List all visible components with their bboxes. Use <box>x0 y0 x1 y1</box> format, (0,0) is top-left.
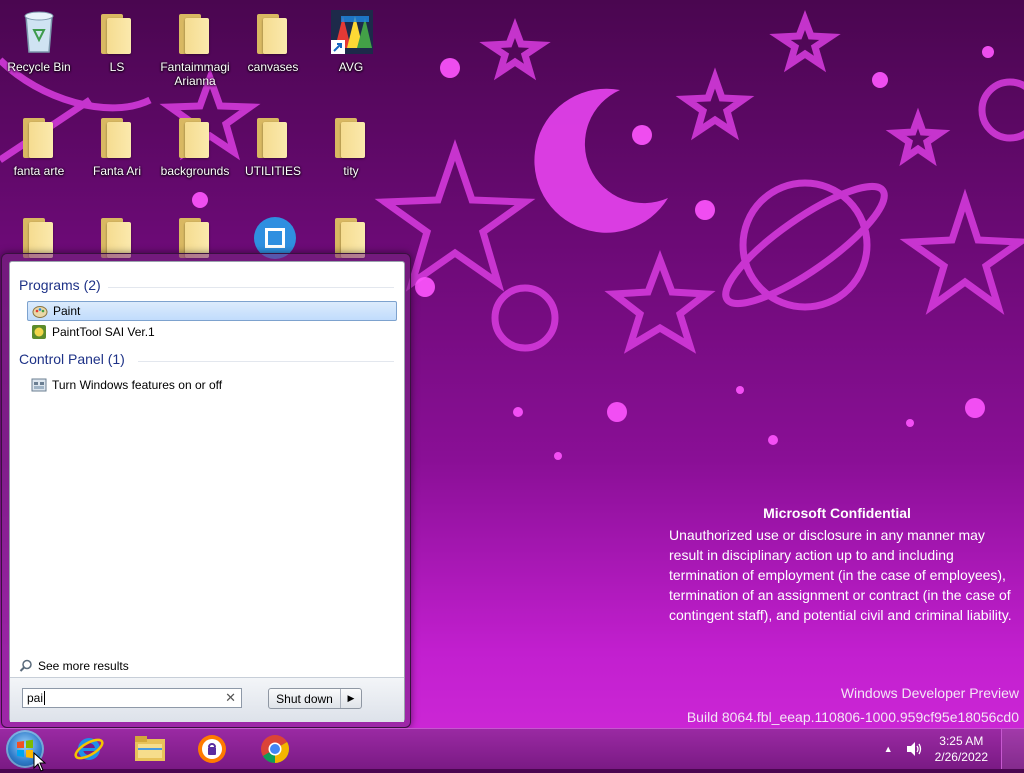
start-menu: Programs (2) Paint PaintTool SAI Ver.1 C… <box>1 253 411 728</box>
group-divider <box>138 361 394 362</box>
folder-icon <box>257 14 287 54</box>
confidential-title: Microsoft Confidential <box>763 505 911 521</box>
build-watermark: Build 8064.fbl_eeap.110806-1000.959cf95e… <box>686 709 1019 725</box>
result-label: PaintTool SAI Ver.1 <box>52 325 155 339</box>
result-painttool-sai[interactable]: PaintTool SAI Ver.1 <box>27 322 397 342</box>
shutdown-options-arrow-icon[interactable]: ▶ <box>341 689 361 708</box>
desktop-icon-label: fanta arte <box>13 164 65 178</box>
desktop-icon-label: LS <box>109 60 125 74</box>
desktop-icon-label: backgrounds <box>160 164 230 178</box>
windows-features-icon <box>31 378 47 392</box>
shutdown-label: Shut down <box>269 689 341 708</box>
taskbar-chrome[interactable] <box>250 731 300 767</box>
chrome-icon <box>261 735 289 763</box>
paint-icon <box>32 306 48 318</box>
mouse-cursor-icon <box>33 752 47 772</box>
taskbar: ▲ 3:25 AM 2/26/2022 <box>0 728 1024 769</box>
desktop-icon-label: Fanta Ari <box>92 164 142 178</box>
desktop-icon-label: canvases <box>247 60 299 74</box>
internet-explorer-icon <box>74 738 104 760</box>
start-search-input[interactable]: pai ✕ <box>22 688 242 708</box>
desktop-icon-ls[interactable]: LS <box>79 8 155 74</box>
results-group-control-panel: Control Panel (1) <box>19 351 125 367</box>
folder-icon <box>23 218 53 258</box>
taskbar-avast-browser[interactable] <box>187 731 237 767</box>
magnifier-icon <box>19 659 32 672</box>
search-results: Programs (2) Paint PaintTool SAI Ver.1 C… <box>10 262 404 677</box>
result-windows-features[interactable]: Turn Windows features on or off <box>27 375 397 395</box>
search-value: pai <box>27 691 44 705</box>
see-more-label: See more results <box>38 659 129 673</box>
start-menu-panel: Programs (2) Paint PaintTool SAI Ver.1 C… <box>9 261 405 722</box>
desktop-icon-utilities[interactable]: UTILITIES <box>235 112 311 178</box>
desktop-icon-recycle-bin[interactable]: Recycle Bin <box>1 8 77 74</box>
avg-icon <box>331 10 373 54</box>
folder-icon <box>101 218 131 258</box>
taskbar-internet-explorer[interactable] <box>64 731 114 767</box>
desktop-icon-canvases[interactable]: canvases <box>235 8 311 74</box>
desktop-icon-fanta-ari[interactable]: Fanta Ari <box>79 112 155 178</box>
recycle-bin-icon <box>24 11 54 53</box>
file-explorer-icon <box>135 736 165 761</box>
result-label: Turn Windows features on or off <box>52 378 223 392</box>
folder-icon <box>335 218 365 258</box>
folder-icon <box>179 14 209 54</box>
see-more-results-link[interactable]: See more results <box>19 659 129 673</box>
folder-icon <box>101 118 131 158</box>
folder-icon <box>257 118 287 158</box>
show-desktop-button[interactable] <box>1001 729 1024 769</box>
desktop-icon-backgrounds[interactable]: backgrounds <box>157 112 233 178</box>
shutdown-button[interactable]: Shut down ▶ <box>268 688 362 709</box>
desktop-icon-avg[interactable]: AVG <box>313 8 389 74</box>
painttool-sai-icon <box>32 325 46 339</box>
clear-search-icon[interactable]: ✕ <box>225 690 236 706</box>
folder-icon <box>335 118 365 158</box>
avast-browser-icon <box>198 735 226 763</box>
desktop-icon-label: Fantaimmagi Arianna <box>160 60 230 88</box>
folder-icon <box>101 14 131 54</box>
show-hidden-icons-icon[interactable]: ▲ <box>884 744 893 754</box>
desktop-icon-fanta-arte[interactable]: fanta arte <box>1 112 77 178</box>
desktop-icon-label: UTILITIES <box>244 164 301 178</box>
volume-icon[interactable] <box>905 741 923 757</box>
group-divider <box>108 287 394 288</box>
desktop-icon-fantaimmagi-arianna[interactable]: Fantaimmagi Arianna <box>157 8 233 88</box>
clock[interactable]: 3:25 AM 2/26/2022 <box>935 733 988 765</box>
desktop-icon-label: AVG <box>338 60 364 74</box>
result-label: Paint <box>53 304 81 318</box>
folder-icon <box>179 218 209 258</box>
desktop-icon-label: Recycle Bin <box>7 60 71 74</box>
result-paint[interactable]: Paint <box>27 301 397 321</box>
edition-watermark: Windows Developer Preview <box>840 685 1019 701</box>
start-menu-bottom: pai ✕ Shut down ▶ <box>10 677 404 722</box>
folder-icon <box>179 118 209 158</box>
results-group-programs: Programs (2) <box>19 277 101 293</box>
clock-time: 3:25 AM <box>939 734 984 748</box>
desktop-icon-tity[interactable]: tity <box>313 112 389 178</box>
taskbar-file-explorer[interactable] <box>125 731 175 767</box>
system-tray: ▲ 3:25 AM 2/26/2022 <box>884 729 988 769</box>
folder-icon <box>23 118 53 158</box>
confidential-body: Unauthorized use or disclosure in any ma… <box>669 527 1012 623</box>
clock-date: 2/26/2022 <box>934 750 988 764</box>
desktop-icon-label: tity <box>343 164 359 178</box>
